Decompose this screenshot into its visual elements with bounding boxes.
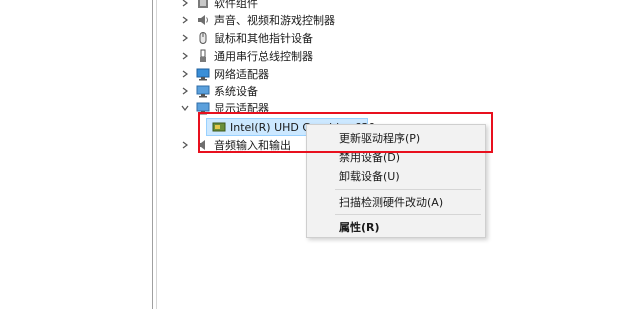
tree-item-sound-video-game[interactable]: 声音、视频和游戏控制器 — [180, 11, 335, 29]
pane-divider — [152, 0, 153, 309]
menu-item-label: 更新驱动程序(P) — [339, 132, 421, 145]
display-adapter-icon — [196, 101, 210, 115]
chevron-right-icon[interactable] — [180, 0, 190, 8]
tree-item-audio-io[interactable]: 音频输入和输出 — [180, 136, 291, 154]
chevron-right-icon[interactable] — [180, 69, 190, 79]
tree-item-label: 通用串行总线控制器 — [214, 50, 313, 63]
context-menu: 更新驱动程序(P) 禁用设备(D) 卸载设备(U) 扫描检测硬件改动(A) 属性… — [306, 124, 486, 238]
chevron-right-icon[interactable] — [180, 51, 190, 61]
menu-item-update-driver[interactable]: 更新驱动程序(P) — [307, 128, 485, 148]
menu-separator — [335, 214, 481, 215]
audio-io-icon — [196, 138, 210, 152]
chevron-right-icon[interactable] — [180, 86, 190, 96]
chevron-right-icon[interactable] — [180, 15, 190, 25]
chevron-right-icon[interactable] — [180, 140, 190, 150]
usb-icon — [196, 49, 210, 63]
tree-item-label: 系统设备 — [214, 85, 258, 98]
chevron-right-icon[interactable] — [180, 33, 190, 43]
tree-item-system-devices[interactable]: 系统设备 — [180, 82, 258, 100]
tree-item-label: 鼠标和其他指针设备 — [214, 32, 313, 45]
display-adapter-icon — [212, 120, 226, 134]
software-component-icon — [196, 0, 210, 10]
speaker-icon — [196, 13, 210, 27]
tree-item-mouse[interactable]: 鼠标和其他指针设备 — [180, 29, 313, 47]
mouse-icon — [196, 31, 210, 45]
pane-divider-inner — [156, 0, 157, 309]
menu-item-label: 属性(R) — [339, 221, 380, 234]
menu-item-properties[interactable]: 属性(R) — [307, 217, 485, 237]
menu-item-uninstall-device[interactable]: 卸载设备(U) — [307, 166, 485, 186]
system-device-icon — [196, 84, 210, 98]
tree-item-label: 软件组件 — [214, 0, 258, 10]
tree-item-network-adapters[interactable]: 网络适配器 — [180, 65, 269, 83]
menu-item-label: 扫描检测硬件改动(A) — [339, 196, 444, 209]
tree-item-label: 音频输入和输出 — [214, 139, 291, 152]
menu-item-label: 卸载设备(U) — [339, 170, 400, 183]
network-adapter-icon — [196, 67, 210, 81]
menu-item-label: 禁用设备(D) — [339, 151, 401, 164]
tree-item-label: 显示适配器 — [214, 102, 269, 115]
device-manager-window: 软件组件 声音、视频和游戏控制器 鼠标和其他指针设备 通用串行总线控制器 网络适… — [0, 0, 620, 309]
menu-item-scan-hardware[interactable]: 扫描检测硬件改动(A) — [307, 192, 485, 212]
menu-separator — [335, 189, 481, 190]
chevron-down-icon[interactable] — [180, 103, 190, 113]
tree-item-label: 网络适配器 — [214, 68, 269, 81]
tree-item-usb[interactable]: 通用串行总线控制器 — [180, 47, 313, 65]
menu-item-disable-device[interactable]: 禁用设备(D) — [307, 147, 485, 167]
tree-item-display-adapters[interactable]: 显示适配器 — [180, 99, 269, 117]
tree-item-label: 声音、视频和游戏控制器 — [214, 14, 335, 27]
